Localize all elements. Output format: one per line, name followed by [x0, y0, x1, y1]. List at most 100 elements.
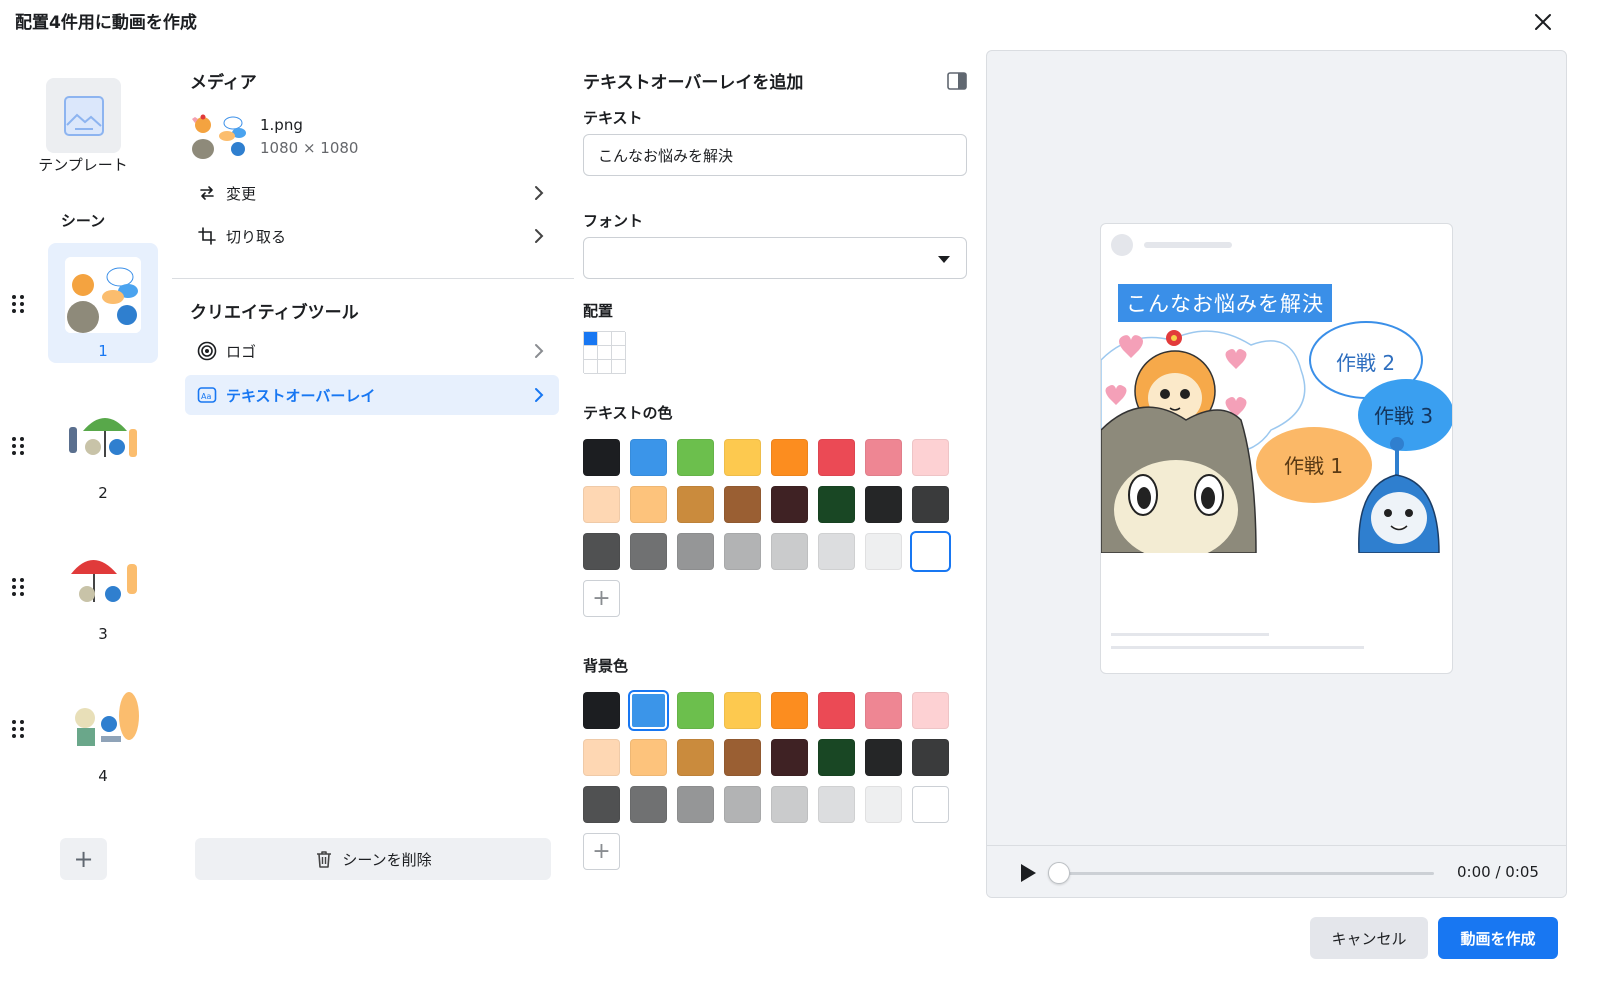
bg-color-swatch[interactable]	[724, 692, 761, 729]
scenes-heading: シーン	[60, 212, 106, 230]
position-top-center[interactable]	[598, 332, 612, 346]
template-label: テンプレート	[38, 156, 128, 174]
bg-color-swatch[interactable]	[865, 739, 902, 776]
change-media-row[interactable]: 変更	[185, 173, 559, 213]
play-icon[interactable]	[1021, 864, 1036, 882]
bg-color-swatch[interactable]	[630, 739, 667, 776]
scene-card-3[interactable]: 3	[48, 526, 158, 646]
bg-color-swatch[interactable]	[724, 739, 761, 776]
position-top-left[interactable]	[584, 332, 598, 346]
bg-color-swatch[interactable]	[583, 786, 620, 823]
text-overlay-icon: Aa	[196, 384, 218, 406]
text-color-swatch[interactable]	[583, 486, 620, 523]
bg-color-swatch[interactable]	[818, 739, 855, 776]
video-player-controls: 0:00 / 0:05	[987, 845, 1566, 897]
delete-scene-button[interactable]: シーンを削除	[195, 838, 551, 880]
text-color-swatch[interactable]	[865, 486, 902, 523]
text-color-swatch[interactable]	[677, 533, 714, 570]
tool-text-overlay-row[interactable]: Aa テキストオーバーレイ	[185, 375, 559, 415]
text-color-swatch[interactable]	[630, 533, 667, 570]
position-middle-left[interactable]	[584, 346, 598, 360]
bg-color-swatch[interactable]	[771, 786, 808, 823]
scene-thumbnail	[65, 540, 141, 616]
text-color-swatch[interactable]	[583, 533, 620, 570]
bg-color-swatch[interactable]	[583, 739, 620, 776]
text-color-swatch[interactable]	[771, 486, 808, 523]
text-color-swatch[interactable]	[818, 486, 855, 523]
text-color-swatch[interactable]	[630, 486, 667, 523]
cancel-button[interactable]: キャンセル	[1310, 917, 1428, 959]
crop-media-row[interactable]: 切り取る	[185, 216, 559, 256]
scene-thumbnail	[65, 682, 141, 758]
scene-card-2[interactable]: 2	[48, 385, 158, 505]
text-color-swatch[interactable]	[677, 439, 714, 476]
scrubber-handle[interactable]	[1048, 862, 1070, 884]
position-middle-center[interactable]	[598, 346, 612, 360]
bg-color-swatch[interactable]	[677, 692, 714, 729]
bg-color-add-button[interactable]: +	[583, 833, 620, 870]
add-scene-button[interactable]: +	[60, 838, 107, 880]
bg-color-swatch[interactable]	[583, 692, 620, 729]
bg-color-swatch[interactable]	[677, 739, 714, 776]
bg-color-swatch[interactable]	[677, 786, 714, 823]
drag-handle-icon[interactable]	[10, 720, 26, 738]
text-color-swatch[interactable]	[724, 486, 761, 523]
sidebar-toggle-icon	[947, 72, 967, 90]
bg-color-swatch[interactable]	[818, 786, 855, 823]
panel-toggle-button[interactable]	[946, 70, 968, 92]
text-color-swatch[interactable]	[912, 533, 949, 570]
bg-color-swatch[interactable]	[865, 786, 902, 823]
bg-color-swatch[interactable]	[630, 692, 667, 729]
text-color-swatch[interactable]	[865, 533, 902, 570]
bg-color-swatch[interactable]	[865, 692, 902, 729]
crop-media-label: 切り取る	[226, 227, 287, 246]
create-video-button[interactable]: 動画を作成	[1438, 917, 1558, 959]
change-media-label: 変更	[226, 184, 257, 203]
template-button[interactable]	[46, 78, 121, 153]
text-color-swatch[interactable]	[818, 533, 855, 570]
text-color-swatch[interactable]	[724, 533, 761, 570]
text-color-swatch[interactable]	[771, 533, 808, 570]
text-color-swatch[interactable]	[583, 439, 620, 476]
media-heading: メディア	[190, 73, 257, 93]
bg-color-swatch[interactable]	[771, 692, 808, 729]
position-bottom-left[interactable]	[584, 360, 598, 374]
text-color-swatch[interactable]	[630, 439, 667, 476]
text-color-swatch[interactable]	[677, 486, 714, 523]
drag-handle-icon[interactable]	[10, 578, 26, 596]
text-color-swatch[interactable]	[865, 439, 902, 476]
text-color-swatch[interactable]	[724, 439, 761, 476]
position-middle-right[interactable]	[612, 346, 626, 360]
drag-handle-icon[interactable]	[10, 295, 26, 313]
bg-color-swatch[interactable]	[912, 786, 949, 823]
bg-color-swatch[interactable]	[771, 739, 808, 776]
bg-color-palette: +	[583, 692, 949, 870]
text-color-swatch[interactable]	[818, 439, 855, 476]
name-placeholder	[1144, 242, 1232, 248]
text-color-swatch[interactable]	[771, 439, 808, 476]
scene-card-4[interactable]: 4	[48, 668, 158, 788]
bg-color-swatch[interactable]	[630, 786, 667, 823]
close-button[interactable]	[1527, 6, 1559, 38]
text-color-swatch[interactable]	[912, 486, 949, 523]
tool-logo-row[interactable]: ロゴ	[185, 331, 559, 371]
media-thumbnail	[190, 113, 248, 159]
bg-color-swatch[interactable]	[912, 739, 949, 776]
position-top-right[interactable]	[612, 332, 626, 346]
preview-overlay-text: こんなお悩みを解決	[1118, 284, 1332, 322]
bg-color-swatch[interactable]	[912, 692, 949, 729]
scene-card-1[interactable]: 1	[48, 243, 158, 363]
creative-tools-heading: クリエイティブツール	[190, 303, 359, 323]
video-scrubber[interactable]	[1048, 862, 1434, 884]
text-color-swatch[interactable]	[912, 439, 949, 476]
overlay-text-input[interactable]	[583, 134, 967, 176]
bg-color-swatch[interactable]	[724, 786, 761, 823]
bg-color-swatch[interactable]	[818, 692, 855, 729]
position-bottom-center[interactable]	[598, 360, 612, 374]
position-bottom-right[interactable]	[612, 360, 626, 374]
text-color-add-button[interactable]: +	[583, 580, 620, 617]
logo-target-icon	[196, 340, 218, 362]
swap-arrows-icon	[196, 182, 218, 204]
drag-handle-icon[interactable]	[10, 437, 26, 455]
font-select[interactable]	[583, 237, 967, 279]
